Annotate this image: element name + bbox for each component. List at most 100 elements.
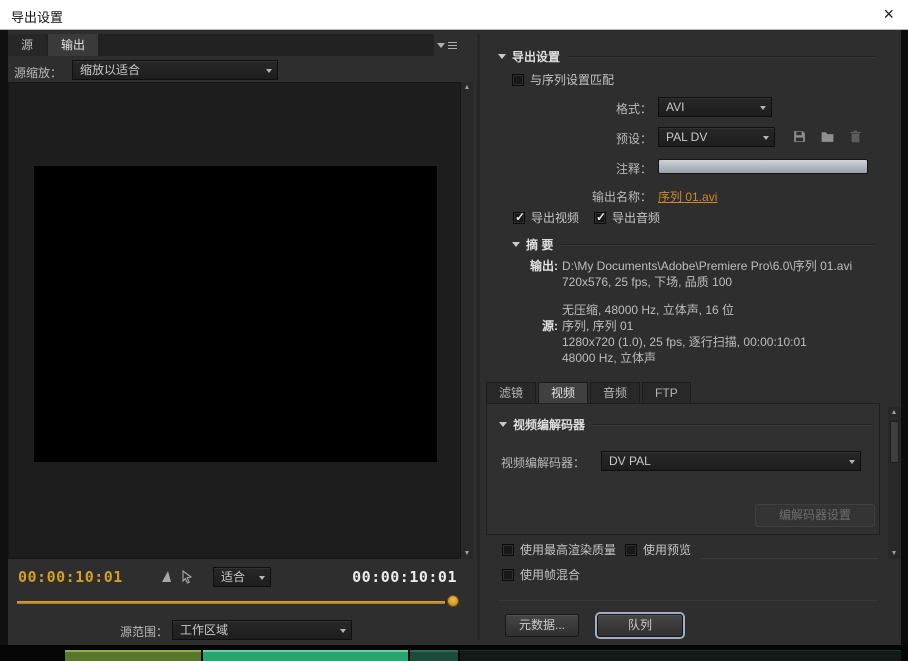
summary-row: 48000 Hz, 立体声 [486,350,885,366]
preview-area [8,82,461,559]
summary-row-label [486,274,562,290]
summary-block: 输出: D:\My Documents\Adobe\Premiere Pro\6… [486,258,885,366]
summary-row-label [486,302,562,318]
summary-row-label [486,350,562,366]
timeline-clip [65,650,201,661]
max-render-quality-label: 使用最高渲染质量 [520,541,616,559]
summary-section-title: 摘 要 [526,236,553,253]
summary-row-text: 720x576, 25 fps, 下场, 品质 100 [562,274,732,290]
codec-settings-button: 编解码器设置 [755,504,875,527]
dialog-title: 导出设置 [11,7,63,26]
codec-scrollbar[interactable]: ▲ ▼ [888,407,901,559]
max-render-quality-checkbox[interactable] [502,544,514,556]
timeline-scrubber[interactable] [8,593,461,611]
zoom-level-value: 适合 [221,570,245,584]
export-settings-section: 导出设置 [498,48,875,65]
source-scaling-row: 源缩放： 缩放以适合 [8,59,460,82]
summary-row: 无压缩, 48000 Hz, 立体声, 16 位 [486,302,885,318]
match-sequence-checkbox[interactable] [512,74,524,86]
summary-row-label: 输出: [486,258,562,274]
export-audio-label: 导出音频 [612,209,660,227]
comment-label: 注释： [486,160,652,177]
tab-video[interactable]: 视频 [538,382,588,403]
video-codec-select[interactable]: DV PAL [601,451,861,471]
export-audio-checkbox[interactable] [594,212,606,224]
preview-scrollbar[interactable]: ▲ ▼ [461,82,473,559]
match-sequence-label: 与序列设置匹配 [530,71,614,89]
current-timecode[interactable]: 00:00:10:01 [18,568,123,586]
import-preset-icon[interactable] [820,129,836,145]
close-icon[interactable]: × [883,4,894,25]
source-scaling-select[interactable]: 缩放以适合 [72,60,278,80]
preset-label: 预设： [486,130,652,147]
collapse-triangle-icon[interactable] [499,422,507,427]
metadata-button[interactable]: 元数据... [505,614,579,637]
collapse-triangle-icon[interactable] [498,54,506,59]
chevron-down-icon [259,576,265,580]
in-point-icon[interactable] [160,570,174,584]
summary-section: 摘 要 [512,236,875,253]
menu-lines-icon [448,45,457,46]
app-background-left [0,30,8,645]
scroll-down-icon[interactable]: ▼ [888,550,900,557]
chevron-down-icon [340,629,346,633]
panel-divider [477,34,480,640]
section-rule [498,600,878,601]
tab-output[interactable]: 输出 [48,34,98,56]
playhead-knob[interactable] [447,595,459,607]
source-range-row: 源范围： 工作区域 [8,618,461,642]
preview-tabbar: 源 输出 [8,34,460,56]
video-codec-value: DV PAL [609,454,651,468]
tab-filters[interactable]: 滤镜 [486,382,536,403]
video-codec-section: 视频编解码器 [499,416,871,433]
use-previews-checkbox[interactable] [625,544,637,556]
comment-input[interactable] [658,159,868,174]
summary-row-text: 1280x720 (1.0), 25 fps, 逐行扫描, 00:00:10:0… [562,334,807,350]
source-scaling-value: 缩放以适合 [80,63,140,77]
export-settings-section-title: 导出设置 [512,48,560,65]
summary-row-text: 48000 Hz, 立体声 [562,350,656,366]
tab-source[interactable]: 源 [8,34,46,56]
summary-row: 720x576, 25 fps, 下场, 品质 100 [486,274,885,290]
queue-button[interactable]: 队列 [597,614,683,637]
scroll-up-icon[interactable]: ▲ [888,409,900,416]
options-tabbar: 滤镜 视频 音频 FTP [486,382,693,403]
dialog-body: 源 输出 源缩放： 缩放以适合 ▲ ▼ 00:00:10:01 [0,30,908,645]
scrubber-track[interactable] [17,601,445,604]
dialog-titlebar: 导出设置 × [0,0,908,30]
format-select[interactable]: AVI [658,97,772,117]
out-point-icon[interactable] [180,570,194,584]
transport-bar: 00:00:10:01 适合 00:00:10:01 [8,563,461,593]
timeline-clip [203,650,408,661]
video-codec-label: 视频编解码器： [501,454,585,471]
panel-menu-icon[interactable] [434,34,460,56]
tab-ftp[interactable]: FTP [642,382,691,403]
summary-row-label: 源: [486,318,562,334]
format-label: 格式： [486,100,652,117]
chevron-down-icon [760,106,766,110]
export-video-checkbox[interactable] [513,212,525,224]
output-name-link[interactable]: 序列 01.avi [658,188,717,205]
scroll-down-icon[interactable]: ▼ [461,550,473,557]
section-rule [561,244,875,245]
save-preset-icon[interactable] [792,129,808,145]
chevron-down-icon [266,69,272,73]
frame-blending-checkbox[interactable] [502,569,514,581]
summary-row: 1280x720 (1.0), 25 fps, 逐行扫描, 00:00:10:0… [486,334,885,350]
scroll-up-icon[interactable]: ▲ [461,84,473,91]
scrollbar-thumb[interactable] [890,421,899,463]
timeline-clip [460,650,901,661]
format-value: AVI [666,100,684,114]
preset-select[interactable]: PAL DV [658,127,775,147]
export-settings-dialog: 导出设置 × 源 输出 源缩放： 缩放以适合 ▲ ▼ [0,0,908,661]
video-codec-section-title: 视频编解码器 [513,416,585,433]
zoom-level-select[interactable]: 适合 [213,567,271,587]
delete-preset-icon[interactable] [848,129,864,145]
tab-audio[interactable]: 音频 [590,382,640,403]
source-range-select[interactable]: 工作区域 [172,620,352,640]
frame-blending-label: 使用帧混合 [520,566,580,584]
background-timeline [0,645,908,661]
collapse-triangle-icon[interactable] [512,242,520,247]
preset-value: PAL DV [666,130,707,144]
output-name-label: 输出名称： [486,188,652,205]
